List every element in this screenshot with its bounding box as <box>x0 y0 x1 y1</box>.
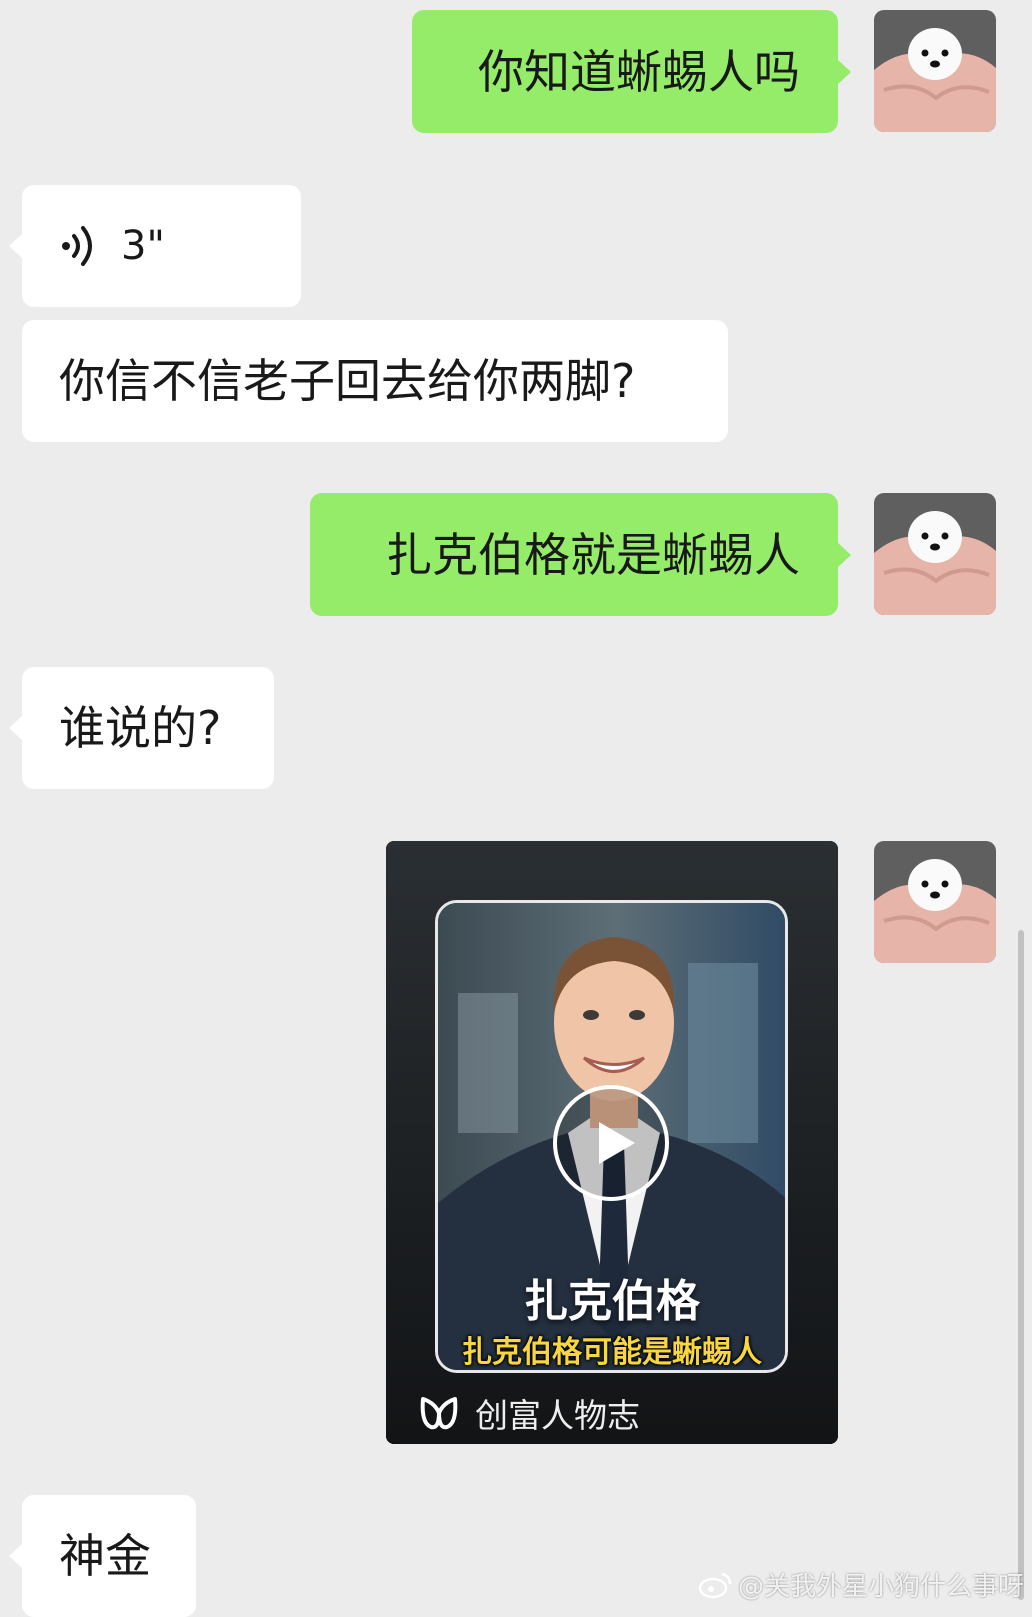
message-text: 谁说的? <box>59 701 222 755</box>
dog-avatar-image <box>874 10 996 132</box>
weibo-icon <box>698 1572 732 1598</box>
watermark-text: @关我外星小狗什么事呀 <box>737 1572 1024 1602</box>
message-bubble-received[interactable]: 神金 <box>9 1495 196 1617</box>
watermark: @关我外星小狗什么事呀 <box>698 1566 1024 1603</box>
message-text: 扎克伯格就是蜥蜴人 <box>386 527 800 582</box>
voice-duration: 3" <box>121 223 165 269</box>
message-text: 神金 <box>59 1529 151 1583</box>
voice-wave-icon <box>62 226 92 266</box>
avatar[interactable] <box>874 10 996 132</box>
video-message[interactable]: 扎克伯格 扎克伯格可能是蜥蜴人 创富人物志 <box>386 841 838 1444</box>
play-icon[interactable] <box>552 1084 670 1202</box>
dog-avatar-image <box>874 841 996 963</box>
voice-message-bubble[interactable]: 3" <box>9 185 301 307</box>
scrollbar[interactable] <box>1018 930 1024 1600</box>
video-subtitle: 扎克伯格可能是蜥蜴人 <box>462 1335 762 1370</box>
message-bubble-sent[interactable]: 扎克伯格就是蜥蜴人 <box>310 493 851 616</box>
message-bubble-sent[interactable]: 你知道蜥蜴人吗 <box>412 10 851 133</box>
message-text: 你信不信老子回去给你两脚? <box>59 354 636 408</box>
avatar[interactable] <box>874 493 996 615</box>
video-brand: 创富人物志 <box>419 1389 640 1437</box>
message-text: 你知道蜥蜴人吗 <box>478 44 800 99</box>
message-bubble-received[interactable]: 谁说的? <box>9 667 274 789</box>
dog-avatar-image <box>874 493 996 615</box>
brand-logo-icon <box>420 1397 458 1430</box>
brand-name: 创富人物志 <box>475 1396 640 1435</box>
avatar[interactable] <box>874 841 996 963</box>
video-title: 扎克伯格 <box>524 1276 700 1327</box>
message-bubble-received[interactable]: 你信不信老子回去给你两脚? <box>22 320 728 442</box>
